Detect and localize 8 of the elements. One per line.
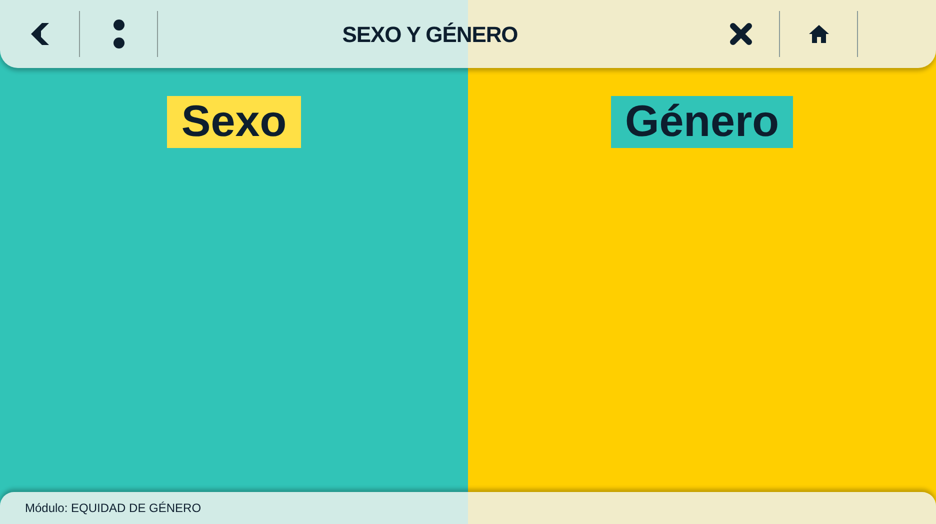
- close-icon: [728, 22, 752, 46]
- back-icon: [28, 22, 50, 46]
- module-label: Módulo: EQUIDAD DE GÉNERO: [25, 500, 202, 517]
- panel-heading: Género: [610, 96, 794, 148]
- home-icon: [808, 24, 830, 44]
- panel-heading: Sexo: [167, 96, 301, 148]
- page-title: SEXO Y GÉNERO: [341, 20, 519, 48]
- more-icon: [112, 19, 124, 49]
